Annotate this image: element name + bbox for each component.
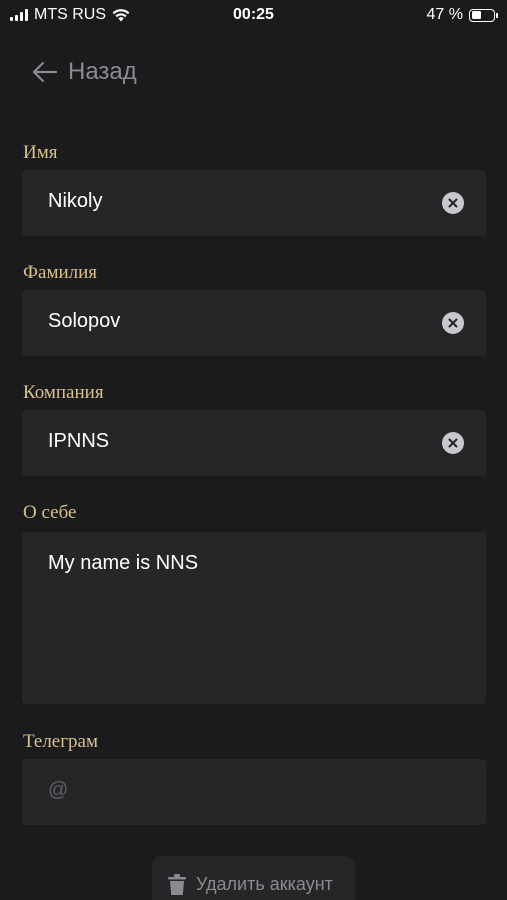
- last-name-field[interactable]: Solopov: [22, 290, 486, 356]
- telegram-field[interactable]: @: [22, 759, 486, 825]
- clear-company-button[interactable]: [442, 432, 464, 454]
- about-label: О себе: [23, 502, 77, 523]
- battery-level: [471, 11, 482, 19]
- clear-last-name-button[interactable]: [442, 312, 464, 334]
- battery-percent: 47 %: [426, 6, 463, 23]
- delete-account-label: Удалить аккаунт: [196, 874, 333, 894]
- company-field[interactable]: IPNNS: [22, 410, 486, 476]
- back-button[interactable]: Назад: [32, 58, 137, 86]
- last-name-value: Solopov: [48, 310, 121, 332]
- company-label: Компания: [23, 382, 104, 403]
- telegram-placeholder: @: [48, 779, 69, 801]
- first-name-label: Имя: [23, 142, 58, 163]
- trash-icon: [168, 874, 186, 895]
- about-value: My name is NNS: [48, 552, 199, 574]
- telegram-label: Телеграм: [23, 731, 98, 752]
- arrow-left-icon: [32, 61, 58, 83]
- status-right: 47 %: [426, 6, 498, 24]
- back-label: Назад: [68, 58, 137, 85]
- clear-circle-icon: [448, 318, 458, 328]
- clear-circle-icon: [448, 198, 458, 208]
- clear-circle-icon: [448, 438, 458, 448]
- first-name-field[interactable]: Nikoly: [22, 170, 486, 236]
- about-textarea[interactable]: My name is NNS: [22, 532, 486, 704]
- company-value: IPNNS: [48, 430, 110, 452]
- battery-icon: [469, 8, 498, 22]
- status-bar: MTS RUS 00:25 47 %: [0, 0, 507, 30]
- last-name-label: Фамилия: [23, 262, 98, 283]
- clear-first-name-button[interactable]: [442, 192, 464, 214]
- delete-account-button[interactable]: Удалить аккаунт: [152, 856, 355, 900]
- first-name-value: Nikoly: [48, 190, 103, 212]
